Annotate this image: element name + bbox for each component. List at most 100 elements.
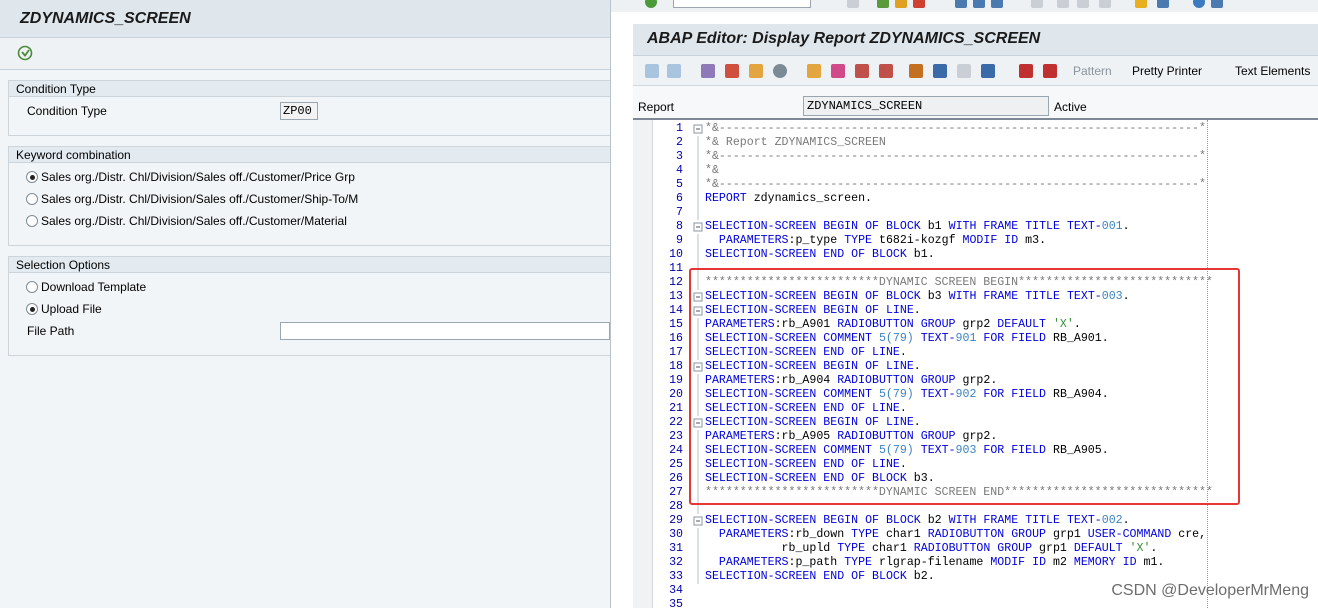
save-icon[interactable]	[847, 0, 859, 8]
fold-toggle-icon[interactable]	[693, 220, 703, 234]
condition-type-field[interactable]: ZP00	[280, 102, 318, 120]
text-elements-button[interactable]: Text Elements	[1235, 64, 1310, 78]
layout-menu-icon[interactable]	[1211, 0, 1223, 8]
fold-guide	[693, 206, 703, 220]
code-line: 7	[657, 206, 1318, 220]
fold-guide	[693, 528, 703, 542]
radio-button[interactable]	[26, 215, 38, 227]
help-icon[interactable]	[1193, 0, 1205, 8]
print-icon[interactable]	[955, 0, 967, 8]
line-number: 5	[676, 178, 683, 191]
exit-icon[interactable]	[895, 0, 907, 8]
line-number: 30	[669, 528, 683, 541]
last-page-icon[interactable]	[1099, 0, 1111, 8]
code-line: 32 PARAMETERS:p_path TYPE rlgrap-filenam…	[657, 556, 1318, 570]
keyword-option-label: Sales org./Distr. Chl/Division/Sales off…	[41, 170, 355, 184]
code-line: 30 PARAMETERS:rb_down TYPE char1 RADIOBU…	[657, 528, 1318, 542]
line-number: 17	[669, 346, 683, 359]
pattern-button[interactable]: Pattern	[1073, 64, 1112, 78]
code-text: SELECTION-SCREEN BEGIN OF BLOCK b2 WITH …	[705, 514, 1130, 527]
navigation-icon[interactable]	[879, 64, 893, 78]
line-number: 1	[676, 122, 683, 135]
code-text: SELECTION-SCREEN END OF BLOCK b2.	[705, 570, 935, 583]
code-line: 3 *&-------------------------------------…	[657, 150, 1318, 164]
line-number: 19	[669, 374, 683, 387]
forward-arrow-icon[interactable]	[667, 64, 681, 78]
upload-file-option[interactable]: Upload File	[26, 302, 102, 316]
radio-button[interactable]	[26, 171, 38, 183]
test-icon[interactable]	[831, 64, 845, 78]
other-object-icon[interactable]	[749, 64, 763, 78]
keyword-option-1[interactable]: Sales org./Distr. Chl/Division/Sales off…	[26, 170, 355, 184]
line-number: 13	[669, 290, 683, 303]
line-number: 8	[676, 220, 683, 233]
editor-toolbar: Pattern Pretty Printer Text Elements	[633, 56, 1318, 86]
fold-guide	[693, 598, 703, 608]
enter-icon[interactable]	[645, 0, 657, 8]
display-change-icon[interactable]	[701, 64, 715, 78]
code-text: SELECTION-SCREEN END OF BLOCK b1.	[705, 248, 935, 261]
object-list-icon[interactable]	[909, 64, 923, 78]
display-object-list-icon[interactable]	[933, 64, 947, 78]
watermark: CSDN @DeveloperMrMeng	[1111, 582, 1309, 599]
line-number: 24	[669, 444, 683, 457]
line-number: 10	[669, 248, 683, 261]
fullscreen-icon[interactable]	[957, 64, 971, 78]
find-next-icon[interactable]	[991, 0, 1003, 8]
line-number: 20	[669, 388, 683, 401]
line-number: 25	[669, 458, 683, 471]
code-text: REPORT zdynamics_screen.	[705, 192, 873, 205]
shortcut-icon[interactable]	[1157, 0, 1169, 8]
system-toolbar	[611, 0, 1318, 12]
fold-guide	[693, 248, 703, 262]
first-page-icon[interactable]	[1031, 0, 1043, 8]
download-template-label: Download Template	[41, 280, 147, 294]
line-number: 35	[669, 598, 683, 608]
external-breakpoint-icon[interactable]	[1043, 64, 1057, 78]
radio-button[interactable]	[26, 281, 38, 293]
activate-icon[interactable]	[807, 64, 821, 78]
back-icon[interactable]	[877, 0, 889, 8]
breakpoint-icon[interactable]	[1019, 64, 1033, 78]
where-used-icon[interactable]	[855, 64, 869, 78]
selection-screen-panel: ZDYNAMICS_SCREEN Condition Type Conditio…	[0, 0, 610, 608]
line-number: 16	[669, 332, 683, 345]
next-page-icon[interactable]	[1077, 0, 1089, 8]
radio-button[interactable]	[26, 303, 38, 315]
pretty-printer-button[interactable]: Pretty Printer	[1132, 64, 1202, 78]
code-text: *& Report ZDYNAMICS_SCREEN	[705, 136, 886, 149]
fold-guide	[693, 542, 703, 556]
cancel-icon[interactable]	[913, 0, 925, 8]
command-field[interactable]	[673, 0, 811, 8]
screen-toolbar	[0, 38, 610, 70]
keyword-option-2[interactable]: Sales org./Distr. Chl/Division/Sales off…	[26, 192, 358, 206]
radio-button[interactable]	[26, 193, 38, 205]
keyword-option-3[interactable]: Sales org./Distr. Chl/Division/Sales off…	[26, 214, 347, 228]
line-number: 4	[676, 164, 683, 177]
code-line: 31 rb_upld TYPE char1 RADIOBUTTON GROUP …	[657, 542, 1318, 556]
fold-toggle-icon[interactable]	[693, 514, 703, 528]
code-editor[interactable]: 1 *&-------------------------------------…	[633, 118, 1318, 608]
fold-toggle-icon[interactable]	[693, 122, 703, 136]
screen-title-bar: ZDYNAMICS_SCREEN	[0, 0, 610, 38]
execute-icon[interactable]	[17, 45, 33, 61]
code-text: SELECTION-SCREEN BEGIN OF BLOCK b1 WITH …	[705, 220, 1130, 233]
check-icon[interactable]	[773, 64, 787, 78]
code-text: PARAMETERS:rb_down TYPE char1 RADIOBUTTO…	[718, 528, 1207, 541]
fold-guide	[693, 178, 703, 192]
back-arrow-icon[interactable]	[645, 64, 659, 78]
line-number: 21	[669, 402, 683, 415]
find-icon[interactable]	[973, 0, 985, 8]
fold-guide	[693, 234, 703, 248]
line-number: 15	[669, 318, 683, 331]
code-text: *&--------------------------------------…	[705, 178, 1206, 191]
file-path-input[interactable]	[280, 322, 610, 340]
fold-guide	[693, 584, 703, 598]
previous-page-icon[interactable]	[1057, 0, 1069, 8]
active-inactive-icon[interactable]	[725, 64, 739, 78]
code-text: rb_upld TYPE char1 RADIOBUTTON GROUP grp…	[781, 542, 1158, 555]
code-line: 10 SELECTION-SCREEN END OF BLOCK b1.	[657, 248, 1318, 262]
new-session-icon[interactable]	[1135, 0, 1147, 8]
info-icon[interactable]	[981, 64, 995, 78]
download-template-option[interactable]: Download Template	[26, 280, 146, 294]
